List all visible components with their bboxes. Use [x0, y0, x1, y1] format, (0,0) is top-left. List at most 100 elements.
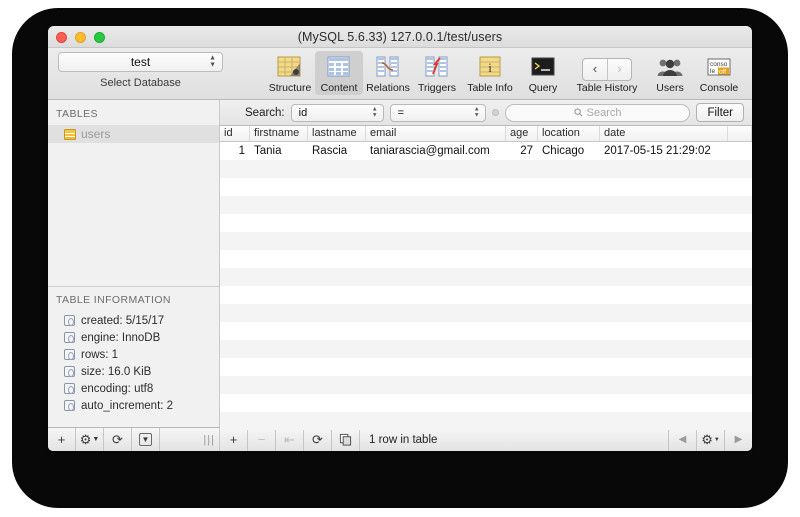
search-field-select[interactable]: id ▲ ▼ [290, 103, 384, 122]
relations-icon [364, 53, 412, 81]
table-empty-row [220, 232, 752, 250]
tab-relations[interactable]: Relations [364, 51, 412, 95]
table-empty-row [220, 340, 752, 358]
column-header-date[interactable]: date [600, 126, 728, 141]
info-item-auto-increment: auto_increment: 2 [64, 397, 173, 414]
table-actions-gear-button[interactable]: ⚙ ▼ [76, 428, 104, 451]
search-input-wrapper[interactable]: Search [504, 103, 691, 122]
content-pane: Search: id ▲ ▼ = ▲ ▼ Search Filter id fi… [220, 100, 752, 430]
refresh-tables-button[interactable]: ⟳ [104, 428, 132, 451]
console-button[interactable]: conso le off Console [695, 51, 743, 95]
info-bullet-icon [64, 400, 75, 411]
chevron-updown-icon: ▲ ▼ [473, 106, 480, 118]
history-forward-button[interactable]: › [607, 58, 631, 80]
traffic-lights [56, 32, 105, 43]
delete-row-button: − [248, 428, 276, 451]
table-info-icon: i [462, 53, 518, 81]
search-operator-select[interactable]: = ▲ ▼ [389, 103, 486, 122]
table-empty-row [220, 376, 752, 394]
search-input-placeholder: Search [586, 106, 622, 119]
tab-query[interactable]: Query [519, 51, 567, 95]
tab-table-info[interactable]: i Table Info [462, 51, 518, 95]
tab-content[interactable]: Content [315, 51, 363, 95]
table-empty-row [220, 178, 752, 196]
chevron-down-icon: ▼ [713, 436, 720, 443]
gear-icon: ⚙ [79, 431, 92, 447]
table-empty-row [220, 160, 752, 178]
info-item-rows: rows: 1 [64, 346, 173, 363]
cell-email[interactable]: taniarascia@gmail.com [366, 142, 506, 160]
tab-relations-label: Relations [366, 82, 410, 94]
table-header-row: id firstname lastname email age location… [220, 126, 752, 142]
cell-age[interactable]: 27 [506, 142, 538, 160]
table-history-group: ‹ › Table History [569, 51, 645, 95]
svg-text:i: i [488, 60, 492, 75]
table-empty-row [220, 250, 752, 268]
database-select[interactable]: test ▲ ▼ [58, 52, 223, 72]
users-button-label: Users [656, 82, 684, 94]
cell-id[interactable]: 1 [220, 142, 250, 160]
copy-rows-button[interactable] [332, 428, 360, 451]
console-icon: conso le off [695, 53, 743, 81]
table-empty-row [220, 358, 752, 376]
info-item-created: created: 5/15/17 [64, 312, 173, 329]
search-label: Search: [245, 106, 285, 119]
info-item-created-label: created: 5/15/17 [81, 314, 165, 327]
column-header-age[interactable]: age [506, 126, 538, 141]
chevron-updown-icon: ▲ ▼ [209, 54, 216, 69]
history-back-button[interactable]: ‹ [583, 59, 607, 80]
tab-structure[interactable]: Structure [266, 51, 314, 95]
tab-content-label: Content [320, 82, 358, 94]
table-empty-row [220, 394, 752, 412]
cell-location[interactable]: Chicago [538, 142, 600, 160]
window-body: TABLES users TABLE INFORMATION created: … [48, 100, 752, 430]
info-item-size-label: size: 16.0 KiB [81, 365, 152, 378]
close-button[interactable] [56, 32, 67, 43]
info-item-engine: engine: InnoDB [64, 329, 173, 346]
filter-button[interactable]: Filter [696, 103, 744, 122]
info-bullet-icon [64, 332, 75, 343]
structure-icon [266, 53, 314, 81]
add-row-button[interactable]: + [220, 428, 248, 451]
tab-query-label: Query [528, 82, 558, 94]
table-empty-row [220, 286, 752, 304]
column-header-spacer [728, 126, 752, 141]
table-empty-row [220, 214, 752, 232]
info-item-size: size: 16.0 KiB [64, 363, 173, 380]
sidebar-resize-grip[interactable]: ||| [203, 434, 215, 446]
svg-text:conso: conso [710, 61, 728, 68]
column-header-location[interactable]: location [538, 126, 600, 141]
column-header-lastname[interactable]: lastname [308, 126, 366, 141]
cell-firstname[interactable]: Tania [250, 142, 308, 160]
zoom-button[interactable] [94, 32, 105, 43]
filter-tables-button[interactable]: ▼ [132, 428, 160, 451]
main-toolbar: test ▲ ▼ Select Database Structure Conte… [48, 48, 752, 100]
status-bar: + ⚙ ▼ ⟳ ▼ ||| + − ⇤ ⟳ 1 row in table ◀ ⚙… [48, 427, 752, 451]
next-page-button[interactable]: ▶ [724, 428, 752, 451]
info-bullet-icon [64, 349, 75, 360]
table-row[interactable]: 1 Tania Rascia taniarascia@gmail.com 27 … [220, 142, 752, 160]
cell-lastname[interactable]: Rascia [308, 142, 366, 160]
column-header-firstname[interactable]: firstname [250, 126, 308, 141]
info-item-encoding-label: encoding: utf8 [81, 382, 154, 395]
previous-page-button[interactable]: ◀ [668, 428, 696, 451]
database-select-value: test [130, 55, 151, 69]
minimize-button[interactable] [75, 32, 86, 43]
content-icon [315, 53, 363, 81]
refresh-rows-button[interactable]: ⟳ [304, 428, 332, 451]
cell-date[interactable]: 2017-05-15 21:29:02 [600, 142, 728, 160]
database-selector-caption: Select Database [100, 77, 181, 89]
add-table-button[interactable]: + [48, 428, 76, 451]
table-empty-row [220, 304, 752, 322]
column-header-id[interactable]: id [220, 126, 250, 141]
chevron-updown-icon: ▲ ▼ [371, 106, 378, 118]
column-header-email[interactable]: email [366, 126, 506, 141]
tab-triggers[interactable]: Triggers [413, 51, 461, 95]
users-button[interactable]: Users [646, 51, 694, 95]
info-bullet-icon [64, 315, 75, 326]
database-selector-group: test ▲ ▼ Select Database [58, 52, 223, 89]
toolbar-tabs: Structure Content Relations Triggers i T… [266, 51, 568, 95]
row-options-gear-button[interactable]: ⚙ ▼ [696, 428, 724, 451]
table-history-label: Table History [576, 82, 638, 94]
sidebar-item-users[interactable]: users [48, 125, 219, 143]
